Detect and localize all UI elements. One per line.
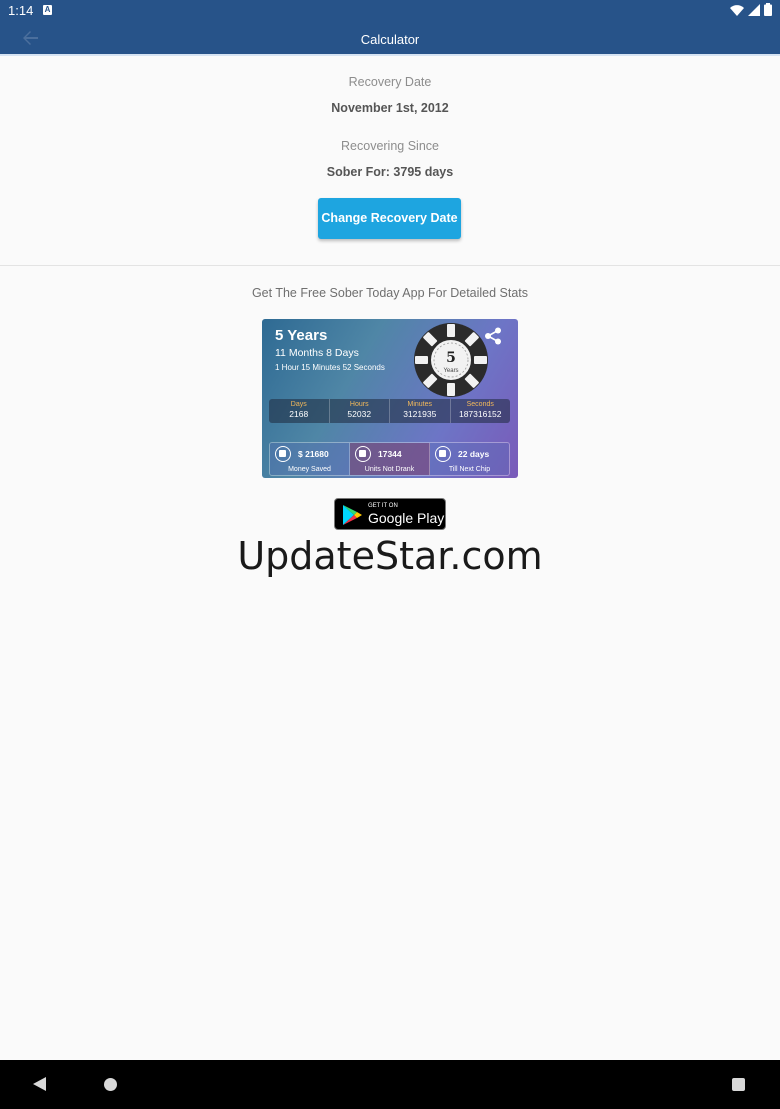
divider <box>0 265 780 266</box>
units-not-drank-label: Units Not Drank <box>364 466 415 473</box>
units-not-drank-cell: 17344 Units Not Drank <box>350 443 430 475</box>
promo-months-days: 11 Months 8 Days <box>275 347 359 359</box>
poker-chip-icon: 5 Years <box>414 323 488 397</box>
stat-days: Days 2168 <box>269 399 330 423</box>
recovery-date-label: Recovery Date <box>348 75 432 89</box>
promo-bottom-row: $ 21680 Money Saved 17344 Units Not Dran… <box>269 442 510 476</box>
system-nav-bar <box>0 1060 780 1109</box>
recovery-date-value: November 1st, 2012 <box>331 101 449 115</box>
sober-days-value: Sober For: 3795 days <box>326 165 454 179</box>
units-not-drank-value: 17344 <box>378 449 402 459</box>
promo-time: 1 Hour 15 Minutes 52 Seconds <box>275 363 385 372</box>
stat-label: Seconds <box>466 401 494 408</box>
stat-value: 187316152 <box>458 409 502 419</box>
signal-icon <box>748 3 760 16</box>
chip-number: 5 <box>446 350 456 366</box>
next-chip-label: Till Next Chip <box>448 466 491 473</box>
stats-row: Days 2168 Hours 52032 Minutes 3121935 Se… <box>269 399 510 423</box>
stat-value: 2168 <box>289 409 309 419</box>
nav-home-icon[interactable] <box>104 1078 117 1091</box>
badge-big-text: Google Play <box>368 510 445 526</box>
promo-card-image[interactable]: 5 Years 11 Months 8 Days 1 Hour 15 Minut… <box>262 319 518 478</box>
stat-label: Minutes <box>407 401 432 408</box>
app-bar: Calculator <box>0 22 780 56</box>
promo-years: 5 Years <box>275 327 328 344</box>
share-icon[interactable] <box>484 327 502 345</box>
status-time: 1:14 <box>8 3 34 18</box>
nav-recents-icon[interactable] <box>732 1078 745 1091</box>
badge-small-text: GET IT ON <box>368 503 398 509</box>
wallet-icon <box>275 446 291 462</box>
money-saved-cell: $ 21680 Money Saved <box>270 443 350 475</box>
stat-hours: Hours 52032 <box>330 399 390 423</box>
notification-icon: A <box>43 5 52 15</box>
status-icons <box>730 3 772 16</box>
stat-label: Days <box>290 401 307 408</box>
money-saved-value: $ 21680 <box>298 449 329 459</box>
stat-seconds: Seconds 187316152 <box>451 399 511 423</box>
glass-icon <box>355 446 371 462</box>
watermark-text: UpdateStar.com <box>237 534 543 578</box>
wifi-icon <box>730 4 744 16</box>
nav-back-icon[interactable] <box>33 1077 46 1091</box>
money-saved-label: Money Saved <box>288 466 331 473</box>
promo-headline[interactable]: Get The Free Sober Today App For Detaile… <box>0 286 780 300</box>
stat-label: Hours <box>349 401 369 408</box>
stat-value: 52032 <box>347 409 372 419</box>
google-play-icon <box>343 505 362 525</box>
next-chip-cell: 22 days Till Next Chip <box>430 443 509 475</box>
chip-label: Years <box>443 368 458 374</box>
stat-value: 3121935 <box>403 409 437 419</box>
change-recovery-date-button[interactable]: Change Recovery Date <box>318 198 461 239</box>
page-title: Calculator <box>360 32 420 47</box>
stat-minutes: Minutes 3121935 <box>390 399 451 423</box>
status-bar: 1:14 A <box>0 0 780 22</box>
google-play-badge[interactable]: GET IT ON Google Play <box>334 498 446 530</box>
calendar-icon <box>435 446 451 462</box>
next-chip-value: 22 days <box>458 449 490 459</box>
recovering-since-label: Recovering Since <box>341 139 439 153</box>
battery-icon <box>764 3 772 16</box>
